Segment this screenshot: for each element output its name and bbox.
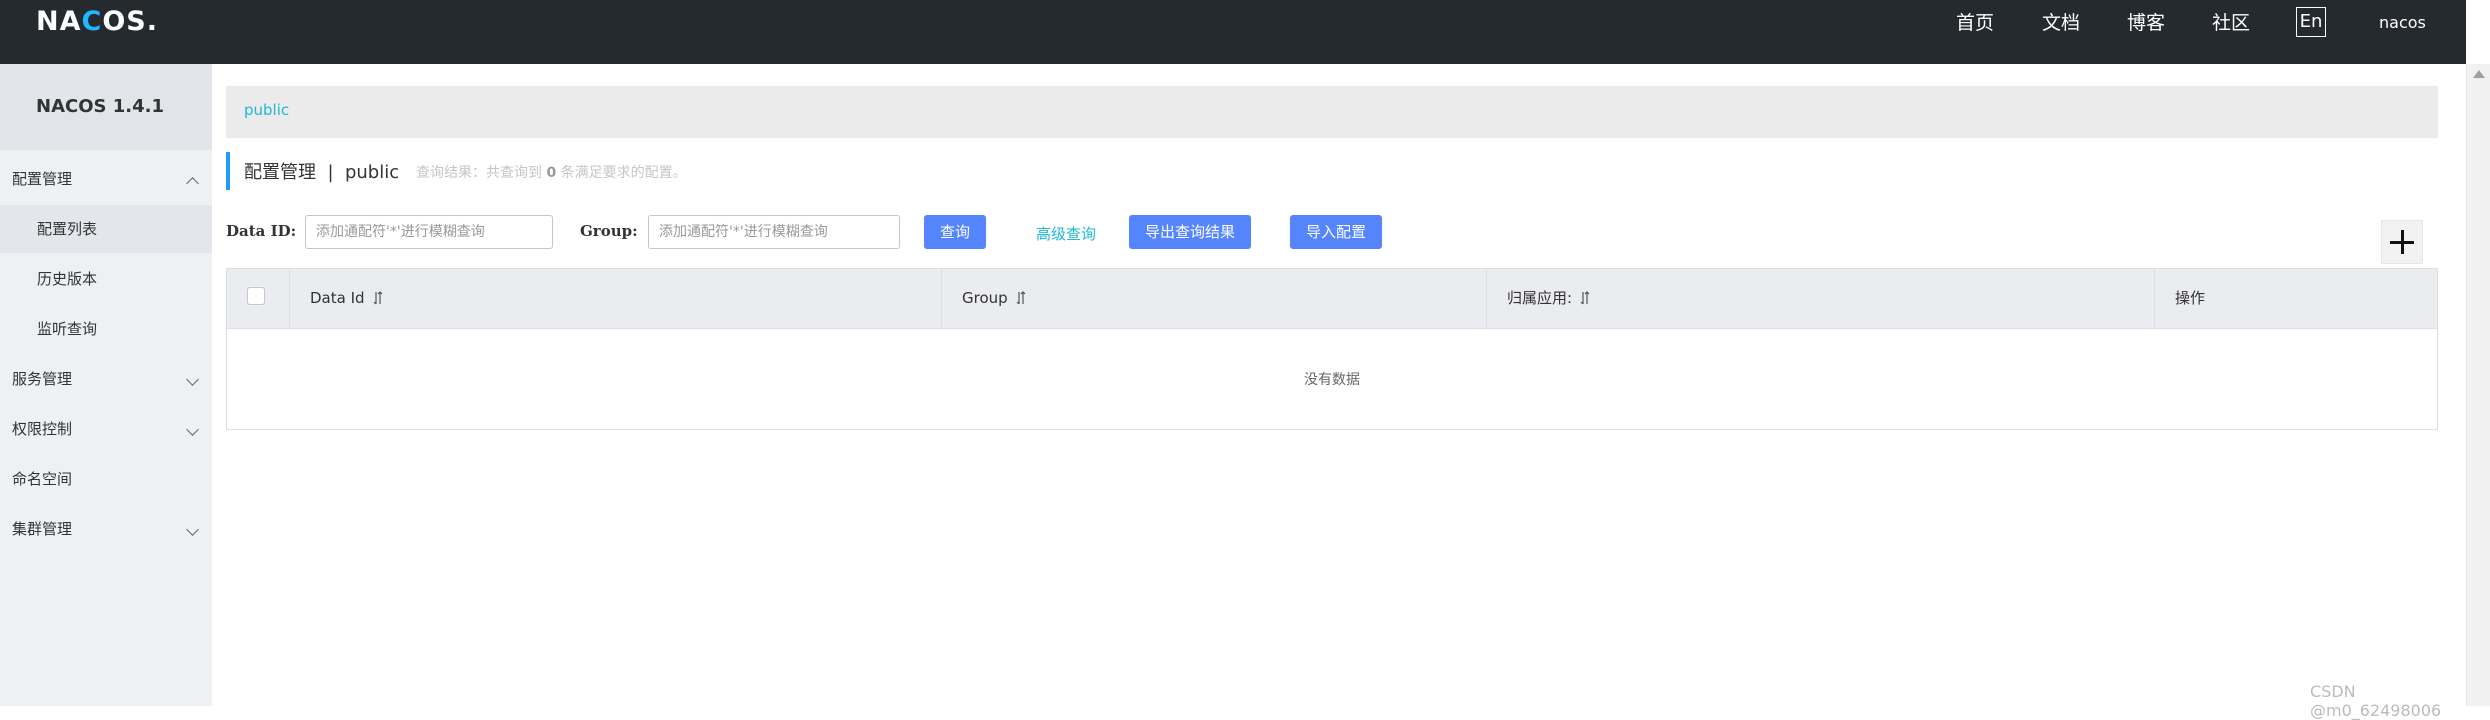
plus-icon <box>2401 230 2404 254</box>
select-all-checkbox[interactable] <box>247 287 265 305</box>
sidebar-item-cluster-management[interactable]: 集群管理 <box>0 505 212 553</box>
chevron-down-icon <box>186 523 199 536</box>
language-toggle-button[interactable]: En <box>2296 7 2326 37</box>
sidebar-item-label: 权限控制 <box>12 420 73 438</box>
column-header-data-id[interactable]: Data Id <box>290 269 942 328</box>
table-header: Data Id Group 归属应用: 操作 <box>227 269 2437 329</box>
column-header-app[interactable]: 归属应用: <box>1487 269 2155 328</box>
query-result-count: 0 <box>546 165 557 181</box>
empty-state-text: 没有数据 <box>1304 372 1360 388</box>
data-id-input[interactable] <box>305 215 553 249</box>
sidebar-item-access-control[interactable]: 权限控制 <box>0 405 212 453</box>
select-all-cell <box>227 269 290 328</box>
sidebar-item-service-management[interactable]: 服务管理 <box>0 355 212 403</box>
nav-docs[interactable]: 文档 <box>2042 8 2080 38</box>
chevron-down-icon <box>186 423 199 436</box>
sidebar-item-label: 监听查询 <box>37 320 98 338</box>
page-header: 配置管理 | public 查询结果：共查询到 0 条满足要求的配置。 <box>226 152 1030 190</box>
page-title: 配置管理 | public <box>244 162 400 183</box>
watermark: CSDN @m0_62498006 <box>2310 682 2442 720</box>
create-config-button[interactable] <box>2381 220 2423 264</box>
chevron-down-icon <box>186 373 199 386</box>
data-id-label: Data ID: <box>226 222 297 240</box>
sidebar-item-listener-query[interactable]: 监听查询 <box>0 305 212 353</box>
sidebar-item-label: 历史版本 <box>37 270 98 288</box>
product-version: NACOS 1.4.1 <box>36 96 164 117</box>
sidebar-item-label: 配置列表 <box>37 220 98 238</box>
nav-community[interactable]: 社区 <box>2212 8 2250 38</box>
sidebar-item-label: 服务管理 <box>12 370 73 388</box>
group-label: Group: <box>580 222 638 240</box>
group-input[interactable] <box>648 215 900 249</box>
namespace-bar: public <box>226 86 2438 138</box>
column-label: Data Id <box>310 289 365 307</box>
sidebar: NACOS 1.4.1 配置管理 配置列表 历史版本 监听查询 服务管理 权限控… <box>0 64 212 706</box>
advanced-search-link[interactable]: 高级查询 <box>1036 223 1096 244</box>
sidebar-header: NACOS 1.4.1 <box>0 64 212 150</box>
column-label: Group <box>962 289 1008 307</box>
vertical-scrollbar[interactable] <box>2466 64 2490 706</box>
sidebar-item-config-list[interactable]: 配置列表 <box>0 205 212 253</box>
sidebar-item-label: 命名空间 <box>12 470 73 488</box>
top-navbar: NACOS. 首页 文档 博客 社区 En nacos <box>0 0 2466 64</box>
export-results-button[interactable]: 导出查询结果 <box>1129 215 1251 249</box>
column-header-actions: 操作 <box>2155 269 2437 328</box>
nav-blog[interactable]: 博客 <box>2127 8 2165 38</box>
sort-icon[interactable] <box>373 291 383 305</box>
nav-home[interactable]: 首页 <box>1956 8 1994 38</box>
query-result-prefix: 查询结果：共查询到 <box>416 165 542 181</box>
query-result-suffix: 条满足要求的配置。 <box>560 165 687 181</box>
sort-icon[interactable] <box>1016 291 1026 305</box>
sort-icon[interactable] <box>1580 291 1590 305</box>
column-header-group[interactable]: Group <box>942 269 1487 328</box>
chevron-up-icon <box>186 177 199 190</box>
sidebar-item-label: 配置管理 <box>12 170 73 188</box>
sidebar-item-namespace[interactable]: 命名空间 <box>0 455 212 503</box>
nacos-logo[interactable]: NACOS. <box>36 4 158 40</box>
column-label: 操作 <box>2175 289 2206 307</box>
query-result-summary: 查询结果：共查询到 0 条满足要求的配置。 <box>416 162 687 182</box>
sidebar-item-config-management[interactable]: 配置管理 <box>0 155 212 203</box>
scroll-up-arrow-icon[interactable] <box>2473 70 2485 78</box>
user-menu[interactable]: nacos <box>2379 8 2426 38</box>
sidebar-item-label: 集群管理 <box>12 520 73 538</box>
search-button[interactable]: 查询 <box>924 215 986 249</box>
namespace-tab-public[interactable]: public <box>244 101 289 119</box>
column-label: 归属应用: <box>1507 289 1573 307</box>
config-table: Data Id Group 归属应用: 操作 没有数据 <box>226 268 2438 430</box>
sidebar-item-history[interactable]: 历史版本 <box>0 255 212 303</box>
import-config-button[interactable]: 导入配置 <box>1290 215 1382 249</box>
